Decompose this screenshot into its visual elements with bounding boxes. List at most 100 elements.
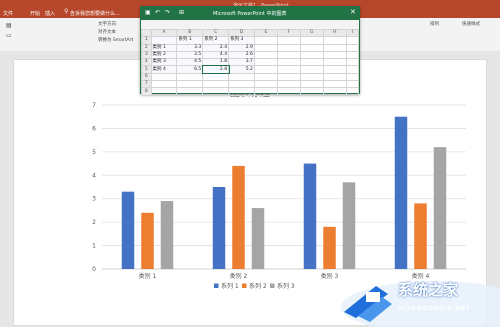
- tell-me-box[interactable]: 告诉我您想要做什么...: [70, 10, 120, 17]
- cell[interactable]: 5.2: [228, 65, 255, 74]
- cell[interactable]: [276, 87, 301, 96]
- row-header[interactable]: 4: [141, 58, 152, 67]
- cell[interactable]: [322, 72, 347, 82]
- legend-swatch[interactable]: [214, 283, 219, 289]
- chart-data-window[interactable]: ▣ ↶ ↷ ⊞ Microsoft PowerPoint 中的图表 ✕ ABCD…: [140, 6, 360, 96]
- bar-3-2[interactable]: [323, 226, 336, 269]
- tab-insert[interactable]: 插入: [45, 10, 55, 17]
- bar-4-2[interactable]: [414, 203, 427, 269]
- column-header[interactable]: I: [345, 28, 360, 38]
- cell[interactable]: [299, 87, 324, 96]
- cell[interactable]: [202, 72, 230, 82]
- cell[interactable]: 3.7: [228, 58, 255, 67]
- cell[interactable]: [253, 50, 278, 60]
- cell[interactable]: [322, 43, 347, 52]
- cell[interactable]: [345, 80, 360, 89]
- cell[interactable]: [345, 58, 360, 67]
- row-header[interactable]: 2: [141, 43, 152, 52]
- row-header[interactable]: 7: [141, 80, 152, 89]
- cell[interactable]: [228, 87, 255, 96]
- cell[interactable]: [276, 43, 301, 52]
- cell[interactable]: 类别 3: [150, 58, 178, 67]
- legend-label[interactable]: 系列 1: [221, 282, 239, 290]
- bar-2-1[interactable]: [212, 187, 226, 269]
- cell[interactable]: [322, 58, 347, 67]
- cell[interactable]: 3.5: [176, 50, 204, 60]
- cell[interactable]: 6.5: [176, 65, 204, 74]
- cell[interactable]: 系列 3: [228, 36, 255, 45]
- cell[interactable]: [276, 65, 301, 74]
- cell[interactable]: [150, 80, 178, 89]
- legend-label[interactable]: 系列 2: [249, 282, 267, 290]
- cell[interactable]: 2.6: [228, 50, 255, 60]
- cell[interactable]: [253, 65, 278, 74]
- cell[interactable]: [202, 80, 230, 89]
- column-header[interactable]: C: [202, 28, 230, 38]
- cell[interactable]: [345, 87, 360, 96]
- cell[interactable]: 系列 2: [202, 36, 230, 45]
- smartart-button[interactable]: 转换为 SmartArt: [98, 37, 133, 43]
- cell[interactable]: [253, 58, 278, 67]
- cell[interactable]: [202, 87, 230, 96]
- cell[interactable]: [253, 72, 278, 82]
- cell[interactable]: [176, 80, 204, 89]
- cell[interactable]: [176, 87, 204, 96]
- cell[interactable]: 系列 1: [176, 36, 204, 45]
- undo-icon[interactable]: ↶: [155, 9, 160, 16]
- cell[interactable]: [276, 80, 301, 89]
- quick-styles-button[interactable]: 快速样式: [462, 21, 480, 27]
- cell[interactable]: [299, 36, 324, 45]
- bar-1-1[interactable]: [121, 191, 135, 269]
- cell[interactable]: 4.5: [176, 58, 204, 67]
- bar-1-3[interactable]: [160, 201, 174, 269]
- cell[interactable]: 类别 1: [150, 43, 178, 52]
- cell[interactable]: [345, 65, 360, 74]
- cell[interactable]: [345, 72, 360, 82]
- cell[interactable]: 类别 4: [150, 65, 178, 74]
- bar-2-2[interactable]: [232, 165, 245, 269]
- cell[interactable]: [322, 50, 347, 60]
- cell[interactable]: [276, 58, 301, 67]
- cell[interactable]: [253, 43, 278, 52]
- column-header[interactable]: E: [253, 28, 278, 38]
- legend-label[interactable]: 系列 3: [277, 282, 295, 290]
- bar-3-1[interactable]: [303, 163, 317, 269]
- column-header[interactable]: D: [228, 28, 255, 38]
- arrange-button[interactable]: 排列: [430, 21, 439, 27]
- close-icon[interactable]: ✕: [350, 8, 356, 16]
- cell[interactable]: 类别 2: [150, 50, 178, 60]
- cell[interactable]: [150, 87, 178, 96]
- bar-4-1[interactable]: [394, 116, 408, 269]
- row-header[interactable]: 5: [141, 65, 152, 74]
- cell[interactable]: 2.4: [202, 43, 230, 52]
- row-header[interactable]: 8: [141, 87, 152, 96]
- bar-2-3[interactable]: [251, 208, 265, 269]
- column-header[interactable]: [141, 28, 152, 38]
- row-header[interactable]: 1: [141, 36, 152, 45]
- edit-in-excel-icon[interactable]: ⊞: [179, 9, 184, 16]
- cell[interactable]: [276, 36, 301, 45]
- cell[interactable]: 3.3: [176, 43, 204, 52]
- cell[interactable]: [345, 50, 360, 60]
- cell[interactable]: 4.4: [202, 50, 230, 60]
- spreadsheet-grid[interactable]: A B C D E F G H I 1 系列 1 系列 2 系列 3 2 类别 1 3.3 2.4 2.9 3 类别 …: [141, 28, 360, 96]
- cell[interactable]: [253, 87, 278, 96]
- cell[interactable]: [299, 43, 324, 52]
- cell[interactable]: [299, 50, 324, 60]
- paste-icon[interactable]: ▤: [6, 22, 12, 29]
- new-slide-icon[interactable]: ▭: [6, 32, 12, 39]
- column-header[interactable]: A: [150, 28, 178, 38]
- cell[interactable]: [150, 36, 178, 45]
- cell[interactable]: 2.9: [228, 43, 255, 52]
- cell[interactable]: [228, 80, 255, 89]
- cell[interactable]: 1.8: [202, 58, 230, 67]
- row-header[interactable]: 6: [141, 72, 152, 82]
- cell[interactable]: [276, 50, 301, 60]
- cell[interactable]: [253, 36, 278, 45]
- bar-3-3[interactable]: [342, 182, 356, 269]
- column-header[interactable]: B: [176, 28, 204, 38]
- cell[interactable]: [322, 87, 347, 96]
- cell[interactable]: [228, 72, 255, 82]
- legend-swatch[interactable]: [270, 283, 275, 289]
- cell[interactable]: [345, 43, 360, 52]
